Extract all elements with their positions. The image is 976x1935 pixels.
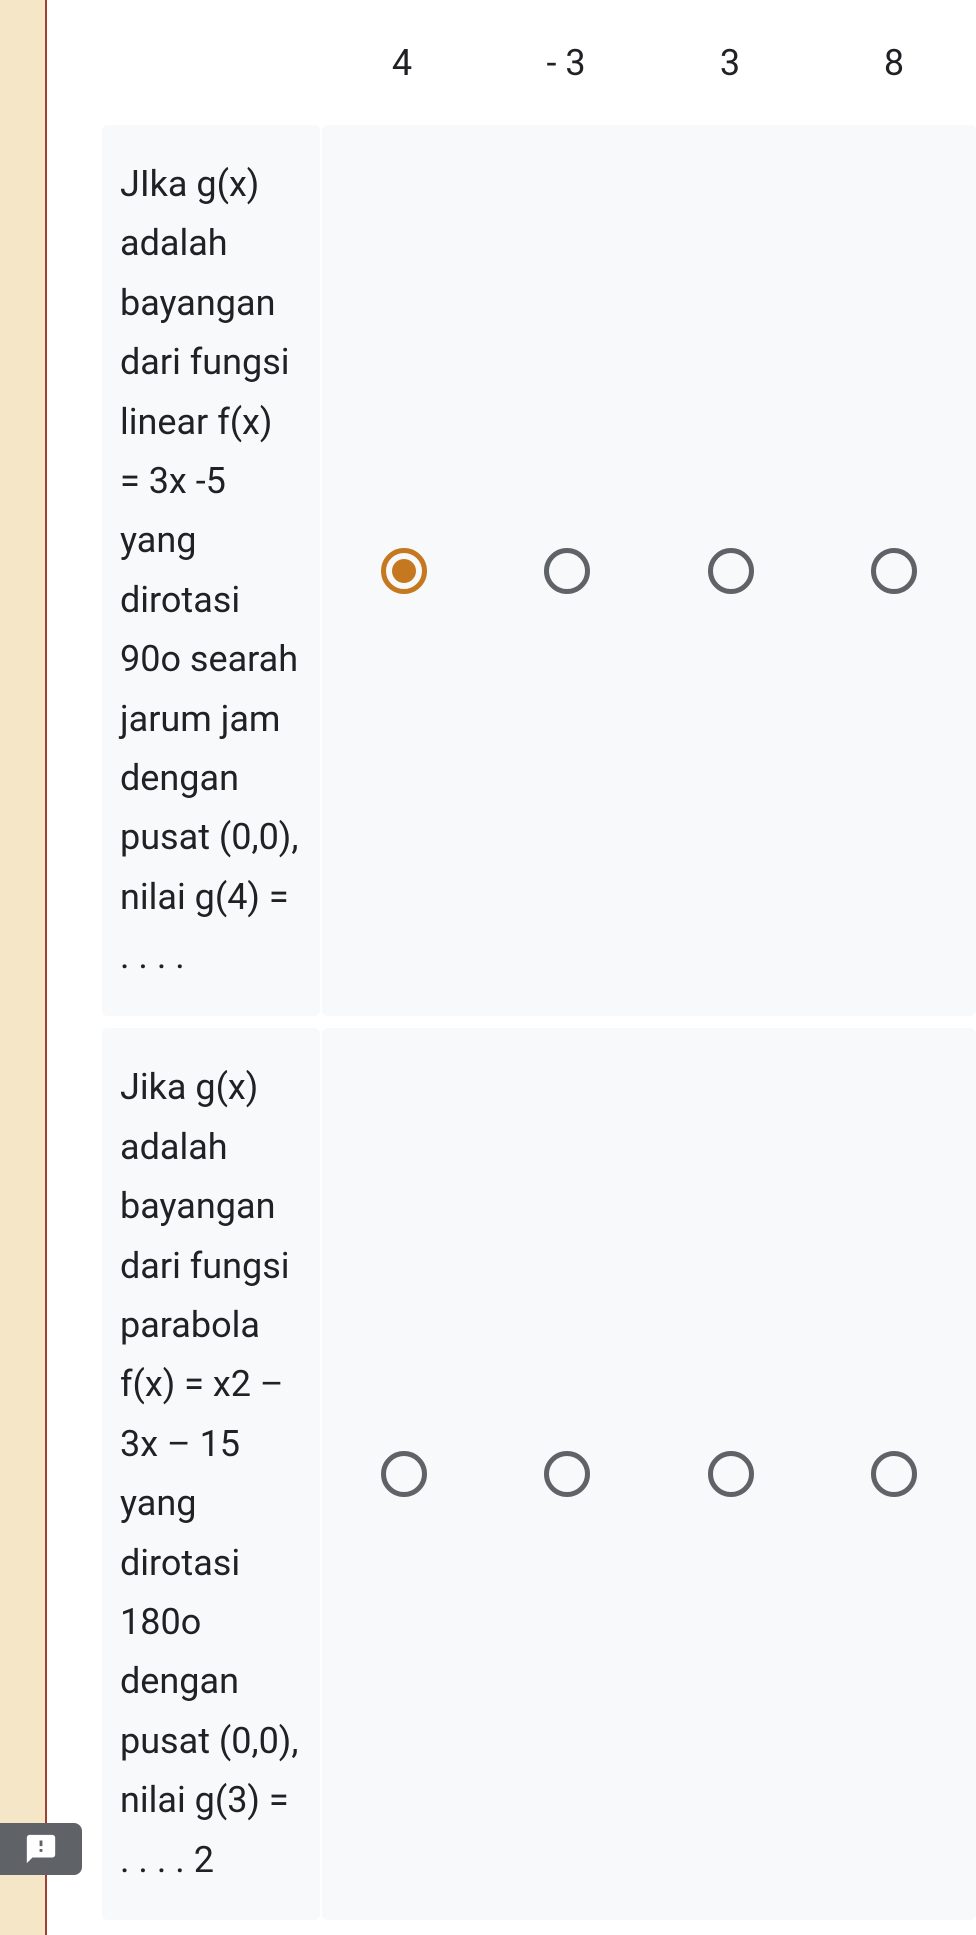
question-text: JIka g(x) adalah bayangan dari fungsi li…: [102, 125, 320, 1016]
option-header-2: 3: [648, 42, 812, 84]
option-header-0: 4: [320, 42, 484, 84]
table-row: Jika g(x) adalah bayangan dari fungsi pa…: [102, 1028, 976, 1919]
radio-cell: [322, 1451, 486, 1497]
table-row: JIka g(x) adalah bayangan dari fungsi li…: [102, 125, 976, 1016]
option-header-1: - 3: [484, 42, 648, 84]
radio-option-1[interactable]: [544, 1451, 590, 1497]
radio-cell: [649, 548, 813, 594]
radio-cell: [649, 1451, 813, 1497]
content-area: 4 - 3 3 8 JIka g(x) adalah bayangan dari…: [47, 0, 976, 1935]
radio-cell: [813, 548, 976, 594]
radio-cell: [322, 548, 486, 594]
radio-cell: [486, 1451, 650, 1497]
question-table: JIka g(x) adalah bayangan dari fungsi li…: [47, 125, 976, 1920]
options-header-row: 4 - 3 3 8: [47, 0, 976, 125]
radio-option-2[interactable]: [708, 1451, 754, 1497]
question-text: Jika g(x) adalah bayangan dari fungsi pa…: [102, 1028, 320, 1919]
radio-option-1[interactable]: [544, 548, 590, 594]
radio-group-row-1: [322, 1028, 976, 1919]
radio-option-3[interactable]: [871, 548, 917, 594]
feedback-button[interactable]: [0, 1823, 82, 1875]
radio-cell: [813, 1451, 976, 1497]
radio-option-0[interactable]: [381, 1451, 427, 1497]
radio-option-0[interactable]: [381, 548, 427, 594]
radio-group-row-0: [322, 125, 976, 1016]
feedback-icon: [22, 1832, 60, 1866]
radio-cell: [486, 548, 650, 594]
radio-option-2[interactable]: [708, 548, 754, 594]
radio-option-3[interactable]: [871, 1451, 917, 1497]
option-header-3: 8: [812, 42, 976, 84]
page-left-margin: [0, 0, 45, 1935]
